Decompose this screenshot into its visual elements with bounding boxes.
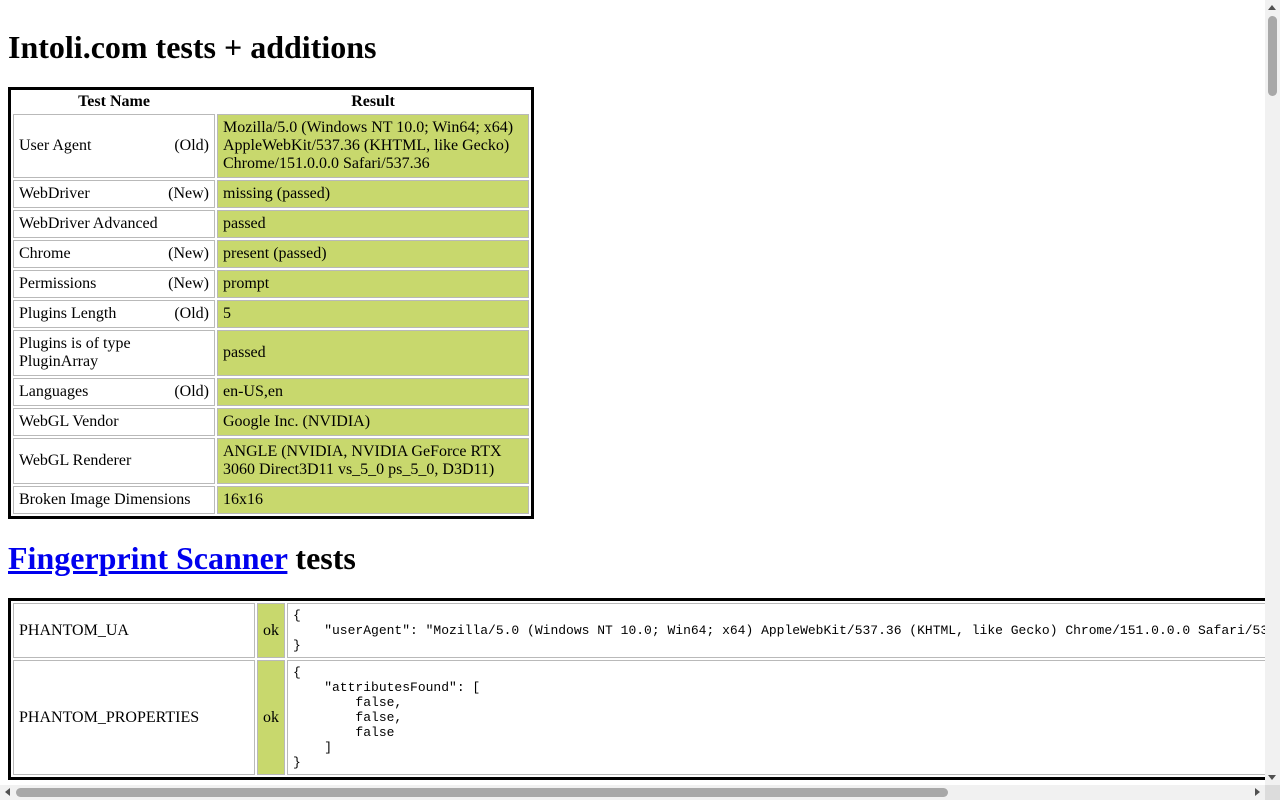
page-viewport: Intoli.com tests + additions Test Name R… [0, 0, 1265, 785]
vertical-scrollbar[interactable] [1265, 0, 1280, 785]
test-name-label: WebDriver Advanced [19, 215, 158, 232]
test-age-tag: (Old) [174, 137, 209, 154]
test-name-label: Plugins Length [19, 305, 117, 322]
test-result-cell: ANGLE (NVIDIA, NVIDIA GeForce RTX 3060 D… [217, 438, 529, 484]
test-result-cell: Google Inc. (NVIDIA) [217, 408, 529, 436]
test-name-cell: (New) Permissions [13, 270, 215, 298]
table-row: (Old) Languages en-US,en [13, 378, 529, 406]
test-name-cell: Broken Image Dimensions [13, 486, 215, 514]
test-name-label: WebGL Renderer [19, 452, 132, 469]
test-name-cell: WebDriver Advanced [13, 210, 215, 238]
table-row: (New) Chrome present (passed) [13, 240, 529, 268]
fingerprint-heading: Fingerprint Scanner tests [8, 540, 1257, 577]
table-row: WebDriver Advanced passed [13, 210, 529, 238]
vertical-scroll-thumb[interactable] [1268, 16, 1277, 96]
horizontal-scroll-thumb[interactable] [16, 788, 948, 797]
fingerprint-test-name: PHANTOM_PROPERTIES [13, 660, 255, 775]
table-row: WebGL Vendor Google Inc. (NVIDIA) [13, 408, 529, 436]
fingerprint-test-detail: { "userAgent": "Mozilla/5.0 (Windows NT … [287, 603, 1265, 658]
test-name-cell: (New) WebDriver [13, 180, 215, 208]
test-age-tag: (Old) [174, 305, 209, 322]
fingerprint-scanner-link[interactable]: Fingerprint Scanner [8, 540, 287, 576]
test-result-cell: present (passed) [217, 240, 529, 268]
fingerprint-table-body: PHANTOM_UA ok{ "userAgent": "Mozilla/5.0 … [13, 603, 1265, 775]
table-row: WebGL Renderer ANGLE (NVIDIA, NVIDIA GeFo… [13, 438, 529, 484]
scroll-right-arrow-icon[interactable] [1255, 788, 1260, 796]
page-content: Intoli.com tests + additions Test Name R… [0, 0, 1265, 785]
test-name-cell: Plugins is of type PluginArray [13, 330, 215, 376]
scroll-down-arrow-icon[interactable] [1268, 775, 1276, 780]
test-name-cell: (Old) Languages [13, 378, 215, 406]
scroll-up-arrow-icon[interactable] [1268, 5, 1276, 10]
table-row: (New) WebDriver missing (passed) [13, 180, 529, 208]
table-row: PHANTOM_UA ok{ "userAgent": "Mozilla/5.0 … [13, 603, 1265, 658]
test-name-label: WebDriver [19, 185, 90, 202]
fingerprint-test-detail: { "attributesFound": [ false, false, fal… [287, 660, 1265, 775]
table-row: Plugins is of type PluginArray passed [13, 330, 529, 376]
table-row: (Old) User Agent Mozilla/5.0 (Windows NT 1… [13, 114, 529, 178]
horizontal-scrollbar[interactable] [0, 785, 1265, 800]
test-result-cell: passed [217, 330, 529, 376]
test-name-cell: (Old) Plugins Length [13, 300, 215, 328]
table-row: (Old) Plugins Length 5 [13, 300, 529, 328]
table-row: Broken Image Dimensions 16x16 [13, 486, 529, 514]
fingerprint-results-table: PHANTOM_UA ok{ "userAgent": "Mozilla/5.0 … [8, 598, 1265, 780]
test-result-cell: Mozilla/5.0 (Windows NT 10.0; Win64; x64… [217, 114, 529, 178]
test-result-cell: 5 [217, 300, 529, 328]
test-name-cell: (Old) User Agent [13, 114, 215, 178]
fingerprint-test-status: ok [257, 660, 285, 775]
test-age-tag: (New) [168, 185, 209, 202]
test-age-tag: (New) [168, 275, 209, 292]
col-result: Result [351, 93, 395, 110]
test-name-cell: WebGL Vendor [13, 408, 215, 436]
fingerprint-test-status: ok [257, 603, 285, 658]
test-name-label: Broken Image Dimensions [19, 491, 191, 508]
test-result-cell: missing (passed) [217, 180, 529, 208]
test-name-label: User Agent [19, 137, 92, 154]
test-name-label: Chrome [19, 245, 71, 262]
col-test-name: Test Name [78, 93, 150, 110]
test-name-label: Permissions [19, 275, 97, 292]
intoli-results-table: Test Name Result (Old) User Agent Mozilla/… [8, 87, 534, 519]
fingerprint-detail-json: { "userAgent": "Mozilla/5.0 (Windows NT … [293, 608, 1265, 653]
test-result-cell: prompt [217, 270, 529, 298]
table-row: PHANTOM_PROPERTIES ok{ "attributesFound":… [13, 660, 1265, 775]
intoli-heading: Intoli.com tests + additions [8, 29, 377, 65]
test-name-label: WebGL Vendor [19, 413, 119, 430]
test-name-cell: WebGL Renderer [13, 438, 215, 484]
fingerprint-test-name: PHANTOM_UA [13, 603, 255, 658]
test-result-cell: en-US,en [217, 378, 529, 406]
test-name-label: Languages [19, 383, 89, 400]
test-name-cell: (New) Chrome [13, 240, 215, 268]
test-age-tag: (Old) [174, 383, 209, 400]
intoli-table-body: (Old) User Agent Mozilla/5.0 (Windows NT 1… [13, 114, 529, 514]
table-header-row: Test Name Result [13, 92, 529, 112]
fingerprint-heading-rest: tests [287, 540, 356, 576]
test-age-tag: (New) [168, 245, 209, 262]
test-name-label: Plugins is of type PluginArray [19, 335, 131, 370]
fingerprint-detail-json: { "attributesFound": [ false, false, fal… [293, 665, 481, 770]
table-row: (New) Permissions prompt [13, 270, 529, 298]
test-result-cell: 16x16 [217, 486, 529, 514]
scroll-left-arrow-icon[interactable] [5, 788, 10, 796]
scrollbar-corner [1265, 785, 1280, 800]
test-result-cell: passed [217, 210, 529, 238]
